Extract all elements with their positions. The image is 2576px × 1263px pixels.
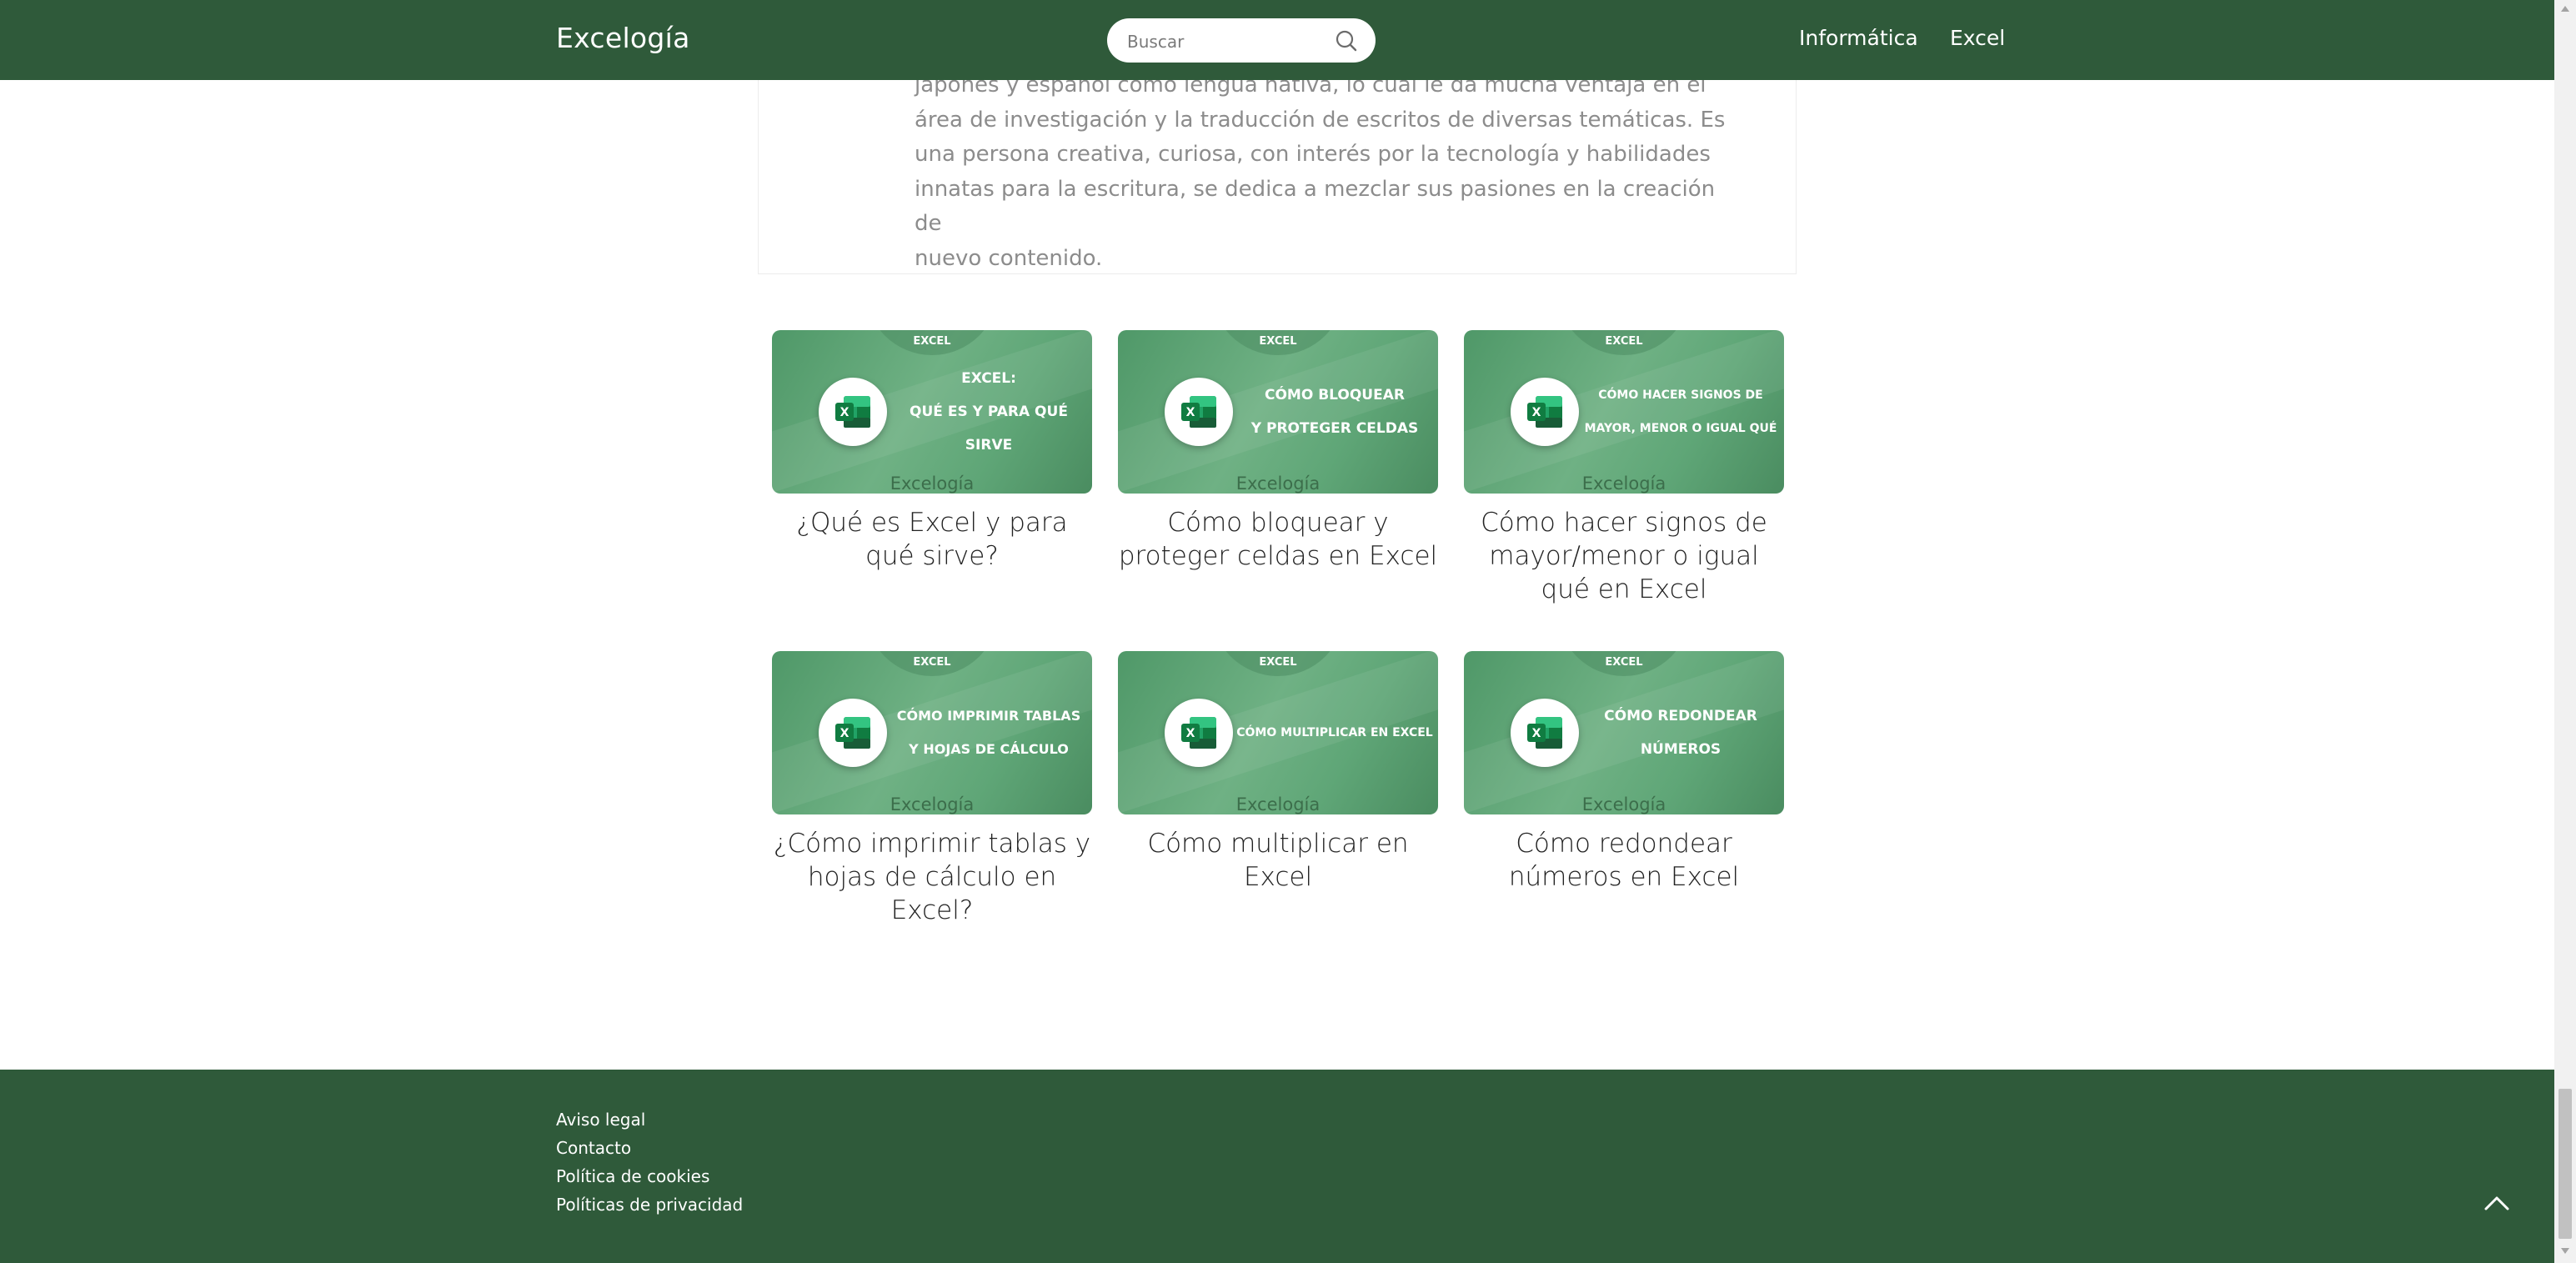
post-title-link[interactable]: ¿Qué es Excel y para qué sirve? <box>772 506 1092 573</box>
post-thumbnail[interactable]: EXCEL X CÓMO REDONDEAR NÚMEROS Excelogía <box>1464 651 1784 814</box>
post-thumbnail[interactable]: EXCEL X CÓMO HACER SIGNOS DE MAYOR, MENO… <box>1464 330 1784 494</box>
svg-text:X: X <box>1186 727 1195 740</box>
related-post-card[interactable]: EXCEL X CÓMO IMPRIMIR TABLAS Y HOJAS DE … <box>772 651 1092 927</box>
excel-logo-badge: X <box>819 378 887 446</box>
site-header: Excelogía Informática Excel <box>0 0 2554 80</box>
search-icon[interactable] <box>1334 28 1359 53</box>
scrollbar[interactable] <box>2554 0 2576 1263</box>
bio-line: nuevo contenido. <box>915 245 1103 271</box>
excel-logo-icon: X <box>1527 396 1562 428</box>
related-post-card[interactable]: EXCEL X EXCEL: QUÉ ES Y PARA QUÉ SIRVE E… <box>772 330 1092 573</box>
thumb-title: CÓMO HACER SIGNOS DE MAYOR, MENOR O IGUA… <box>1584 388 1777 435</box>
svg-text:X: X <box>1532 406 1541 419</box>
footer-link-cookies[interactable]: Política de cookies <box>556 1166 709 1186</box>
thumb-brand: Excelogía <box>890 794 975 814</box>
search-box[interactable] <box>1107 18 1376 63</box>
nav-excel[interactable]: Excel <box>1950 26 2005 50</box>
site-footer: Aviso legal Contacto Política de cookies… <box>0 1070 2554 1263</box>
thumb-brand: Excelogía <box>1235 474 1321 494</box>
excel-logo-icon: X <box>835 396 870 428</box>
excel-logo-badge: X <box>1511 378 1579 446</box>
excel-logo-badge: X <box>1511 699 1579 767</box>
scrollbar-thumb[interactable] <box>2558 1089 2572 1239</box>
related-post-card[interactable]: EXCEL X CÓMO REDONDEAR NÚMEROS Excelogía… <box>1464 651 1784 894</box>
post-title-link[interactable]: Cómo bloquear y proteger celdas en Excel <box>1118 506 1438 573</box>
scroll-down-arrow-icon[interactable] <box>2560 1246 2570 1255</box>
post-thumbnail[interactable]: EXCEL X CÓMO IMPRIMIR TABLAS Y HOJAS DE … <box>772 651 1092 814</box>
bio-line: innatas para la escritura, se dedica a m… <box>915 176 1716 237</box>
site-logo[interactable]: Excelogía <box>556 22 690 54</box>
post-title-link[interactable]: ¿Cómo imprimir tablas y hojas de cálculo… <box>772 827 1092 927</box>
excel-logo-badge: X <box>819 699 887 767</box>
svg-text:X: X <box>840 406 849 419</box>
thumb-title: CÓMO IMPRIMIR TABLAS Y HOJAS DE CÁLCULO <box>896 708 1081 757</box>
excel-logo-icon: X <box>835 717 870 749</box>
excel-logo-icon: X <box>1181 717 1216 749</box>
thumb-title: CÓMO REDONDEAR NÚMEROS <box>1604 708 1757 758</box>
back-to-top-chevron-up-icon[interactable] <box>2483 1194 2511 1212</box>
footer-link-contacto[interactable]: Contacto <box>556 1138 631 1158</box>
related-post-card[interactable]: EXCEL X CÓMO BLOQUEAR Y PROTEGER CELDAS … <box>1118 330 1438 573</box>
post-title-link[interactable]: Cómo redondear números en Excel <box>1464 827 1784 894</box>
thumb-title: EXCEL: QUÉ ES Y PARA QUÉ SIRVE <box>910 370 1068 454</box>
thumb-brand: Excelogía <box>890 474 975 494</box>
related-post-card[interactable]: EXCEL X CÓMO HACER SIGNOS DE MAYOR, MENO… <box>1464 330 1784 606</box>
svg-text:X: X <box>1186 406 1195 419</box>
bio-line: área de investigación y la traducción de… <box>915 107 1726 133</box>
thumb-brand: Excelogía <box>1235 794 1321 814</box>
nav-informatica[interactable]: Informática <box>1799 26 1918 50</box>
post-thumbnail[interactable]: EXCEL X CÓMO MULTIPLICAR EN EXCEL Excelo… <box>1118 651 1438 814</box>
post-title-link[interactable]: Cómo multiplicar en Excel <box>1118 827 1438 894</box>
excel-logo-badge: X <box>1165 699 1233 767</box>
excel-logo-icon: X <box>1527 717 1562 749</box>
post-title-link[interactable]: Cómo hacer signos de mayor/menor o igual… <box>1464 506 1784 606</box>
thumb-brand: Excelogía <box>1581 474 1666 494</box>
footer-link-aviso-legal[interactable]: Aviso legal <box>556 1110 645 1130</box>
related-post-card[interactable]: EXCEL X CÓMO MULTIPLICAR EN EXCEL Excelo… <box>1118 651 1438 894</box>
svg-text:X: X <box>1532 727 1541 740</box>
scroll-up-arrow-icon[interactable] <box>2560 5 2570 13</box>
excel-logo-icon: X <box>1181 396 1216 428</box>
thumb-title: CÓMO MULTIPLICAR EN EXCEL <box>1236 726 1433 739</box>
search-input[interactable] <box>1125 28 1329 55</box>
author-bio: japonés y español como lengua nativa, lo… <box>915 68 1748 276</box>
post-thumbnail[interactable]: EXCEL X CÓMO BLOQUEAR Y PROTEGER CELDAS … <box>1118 330 1438 494</box>
svg-text:X: X <box>840 727 849 740</box>
excel-logo-badge: X <box>1165 378 1233 446</box>
post-thumbnail[interactable]: EXCEL X EXCEL: QUÉ ES Y PARA QUÉ SIRVE E… <box>772 330 1092 494</box>
footer-link-privacidad[interactable]: Políticas de privacidad <box>556 1195 743 1215</box>
thumb-title: CÓMO BLOQUEAR Y PROTEGER CELDAS <box>1250 387 1419 437</box>
thumb-brand: Excelogía <box>1581 794 1666 814</box>
bio-line: una persona creativa, curiosa, con inter… <box>915 142 1711 167</box>
